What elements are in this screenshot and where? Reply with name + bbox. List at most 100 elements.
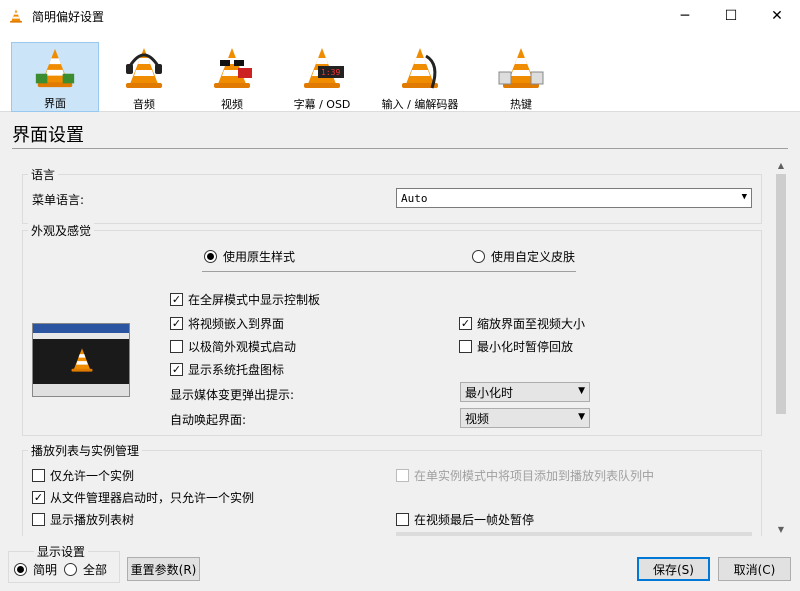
vlc-cone-headphones-icon	[126, 48, 162, 88]
vlc-cone-cable-icon	[402, 48, 438, 89]
display-simple-radio[interactable]: 简明	[14, 561, 57, 578]
menu-language-select[interactable]: Auto ▼	[396, 188, 752, 208]
systray-icon-checkbox[interactable]: ✓ 显示系统托盘图标	[170, 361, 284, 378]
settings-scroll-area[interactable]: 语言 菜单语言: Auto ▼ 外观及感觉 使用原生样式 使用自定义皮肤 ✓ 在…	[12, 158, 776, 536]
chevron-down-icon: ▼	[578, 386, 585, 396]
one-instance-label: 仅允许一个实例	[50, 469, 135, 483]
vlc-app-icon	[10, 9, 22, 23]
custom-skin-label: 使用自定义皮肤	[491, 250, 576, 264]
checkbox-box	[459, 340, 472, 353]
radio-circle	[14, 563, 27, 576]
category-hotkeys[interactable]: 热键	[486, 42, 556, 112]
raise-label: 自动唤起界面:	[170, 413, 247, 427]
checkbox-box	[32, 469, 45, 482]
popup-value: 最小化时	[465, 385, 514, 400]
scroll-thumb[interactable]	[776, 174, 786, 414]
category-label: 音频	[133, 98, 155, 111]
popup-select[interactable]: 最小化时 ▼	[460, 382, 590, 402]
window-title: 简明偏好设置	[32, 9, 105, 24]
native-style-label: 使用原生样式	[223, 250, 296, 264]
pause-last-frame-label: 在视频最后一帧处暂停	[414, 513, 535, 527]
cancel-button[interactable]: 取消(C)	[718, 557, 791, 581]
category-label: 热键	[510, 98, 532, 111]
native-style-radio[interactable]: 使用原生样式	[204, 248, 295, 265]
category-bar: 界面 音频 视频 1:39 字幕 / OSD 输入 / 编解码器 热键	[0, 32, 800, 112]
enqueue-single-label: 在单实例模式中将项目添加到播放列表队列中	[414, 469, 655, 483]
vertical-scrollbar[interactable]: ▲ ▼	[774, 158, 788, 536]
vlc-cone-interface-icon	[35, 48, 75, 88]
show-tree-label: 显示播放列表树	[50, 513, 135, 527]
display-settings-legend: 显示设置	[34, 543, 89, 560]
pause-last-frame-checkbox[interactable]: 在视频最后一帧处暂停	[396, 511, 534, 528]
category-interface[interactable]: 界面	[11, 42, 99, 112]
minimize-button[interactable]: ─	[662, 0, 708, 32]
scroll-up-icon[interactable]: ▲	[774, 158, 788, 172]
checkbox-mark: ✓	[170, 293, 183, 306]
partially-hidden-combo	[396, 532, 752, 536]
vlc-cone-icon	[71, 348, 93, 372]
category-video[interactable]: 视频	[196, 42, 268, 112]
checkbox-box	[396, 513, 409, 526]
page-title: 界面设置	[12, 125, 84, 146]
one-instance-fm-label: 从文件管理器启动时，只允许一个实例	[50, 491, 255, 505]
maximize-button[interactable]: ☐	[708, 0, 754, 32]
radio-circle	[64, 563, 77, 576]
checkbox-mark: ✓	[170, 363, 183, 376]
pause-minimized-checkbox[interactable]: 最小化时暂停回放	[459, 338, 573, 355]
vlc-cone-subtitle-icon: 1:39	[304, 48, 344, 88]
display-all-label: 全部	[83, 563, 108, 577]
save-button[interactable]: 保存(S)	[637, 557, 710, 581]
raise-select[interactable]: 视频 ▼	[460, 408, 590, 428]
checkbox-mark: ✓	[459, 317, 472, 330]
one-instance-checkbox[interactable]: 仅允许一个实例	[32, 467, 134, 484]
embed-video-label: 将视频嵌入到界面	[188, 317, 285, 331]
checkbox-box	[32, 513, 45, 526]
display-all-radio[interactable]: 全部	[64, 561, 107, 578]
checkbox-mark: ✓	[170, 317, 183, 330]
category-input-codecs[interactable]: 输入 / 编解码器	[370, 42, 470, 112]
radio-circle	[472, 250, 485, 263]
custom-skin-radio[interactable]: 使用自定义皮肤	[472, 248, 575, 265]
category-label: 视频	[221, 98, 243, 111]
enqueue-single-checkbox[interactable]: 在单实例模式中将项目添加到播放列表队列中	[396, 467, 654, 484]
fullscreen-controls-label: 在全屏模式中显示控制板	[188, 293, 321, 307]
chevron-down-icon: ▼	[741, 192, 747, 202]
category-audio[interactable]: 音频	[108, 42, 180, 112]
title-bar: 简明偏好设置 ─ ☐ ✕	[0, 0, 800, 32]
native-style-preview	[32, 323, 130, 397]
fullscreen-controls-checkbox[interactable]: ✓ 在全屏模式中显示控制板	[170, 291, 320, 308]
pause-minimized-label: 最小化时暂停回放	[477, 340, 574, 354]
resize-to-video-checkbox[interactable]: ✓ 缩放界面至视频大小	[459, 315, 585, 332]
style-divider	[202, 271, 576, 272]
reset-preferences-button[interactable]: 重置参数(R)	[127, 557, 200, 581]
playlist-legend: 播放列表与实例管理	[28, 442, 143, 459]
vlc-cone-glasses-icon	[214, 48, 252, 88]
resize-to-video-label: 缩放界面至视频大小	[477, 317, 586, 331]
checkbox-box	[396, 469, 409, 482]
header-divider	[12, 148, 788, 149]
popup-label: 显示媒体变更弹出提示:	[170, 388, 295, 402]
embed-video-checkbox[interactable]: ✓ 将视频嵌入到界面	[170, 315, 284, 332]
menu-language-label: 菜单语言:	[32, 193, 85, 207]
checkbox-box	[170, 340, 183, 353]
language-legend: 语言	[28, 166, 59, 183]
systray-icon-label: 显示系统托盘图标	[188, 363, 285, 377]
minimal-start-checkbox[interactable]: 以极简外观模式启动	[170, 338, 296, 355]
display-simple-label: 简明	[33, 563, 58, 577]
show-tree-checkbox[interactable]: 显示播放列表树	[32, 511, 134, 528]
category-label: 界面	[44, 97, 66, 110]
checkbox-mark: ✓	[32, 491, 45, 504]
scroll-down-icon[interactable]: ▼	[774, 522, 788, 536]
vlc-cone-hotkeys-icon	[498, 48, 544, 88]
raise-value: 视频	[465, 411, 490, 426]
minimal-start-label: 以极简外观模式启动	[188, 340, 297, 354]
one-instance-fm-checkbox[interactable]: ✓ 从文件管理器启动时，只允许一个实例	[32, 489, 254, 506]
radio-circle	[204, 250, 217, 263]
category-label: 输入 / 编解码器	[381, 98, 459, 111]
menu-language-value: Auto	[401, 191, 428, 205]
look-feel-group	[22, 230, 762, 436]
category-subtitles-osd[interactable]: 1:39 字幕 / OSD	[284, 42, 360, 112]
look-feel-legend: 外观及感觉	[28, 222, 95, 239]
svg-text:1:39: 1:39	[321, 68, 340, 77]
close-button[interactable]: ✕	[754, 0, 800, 32]
